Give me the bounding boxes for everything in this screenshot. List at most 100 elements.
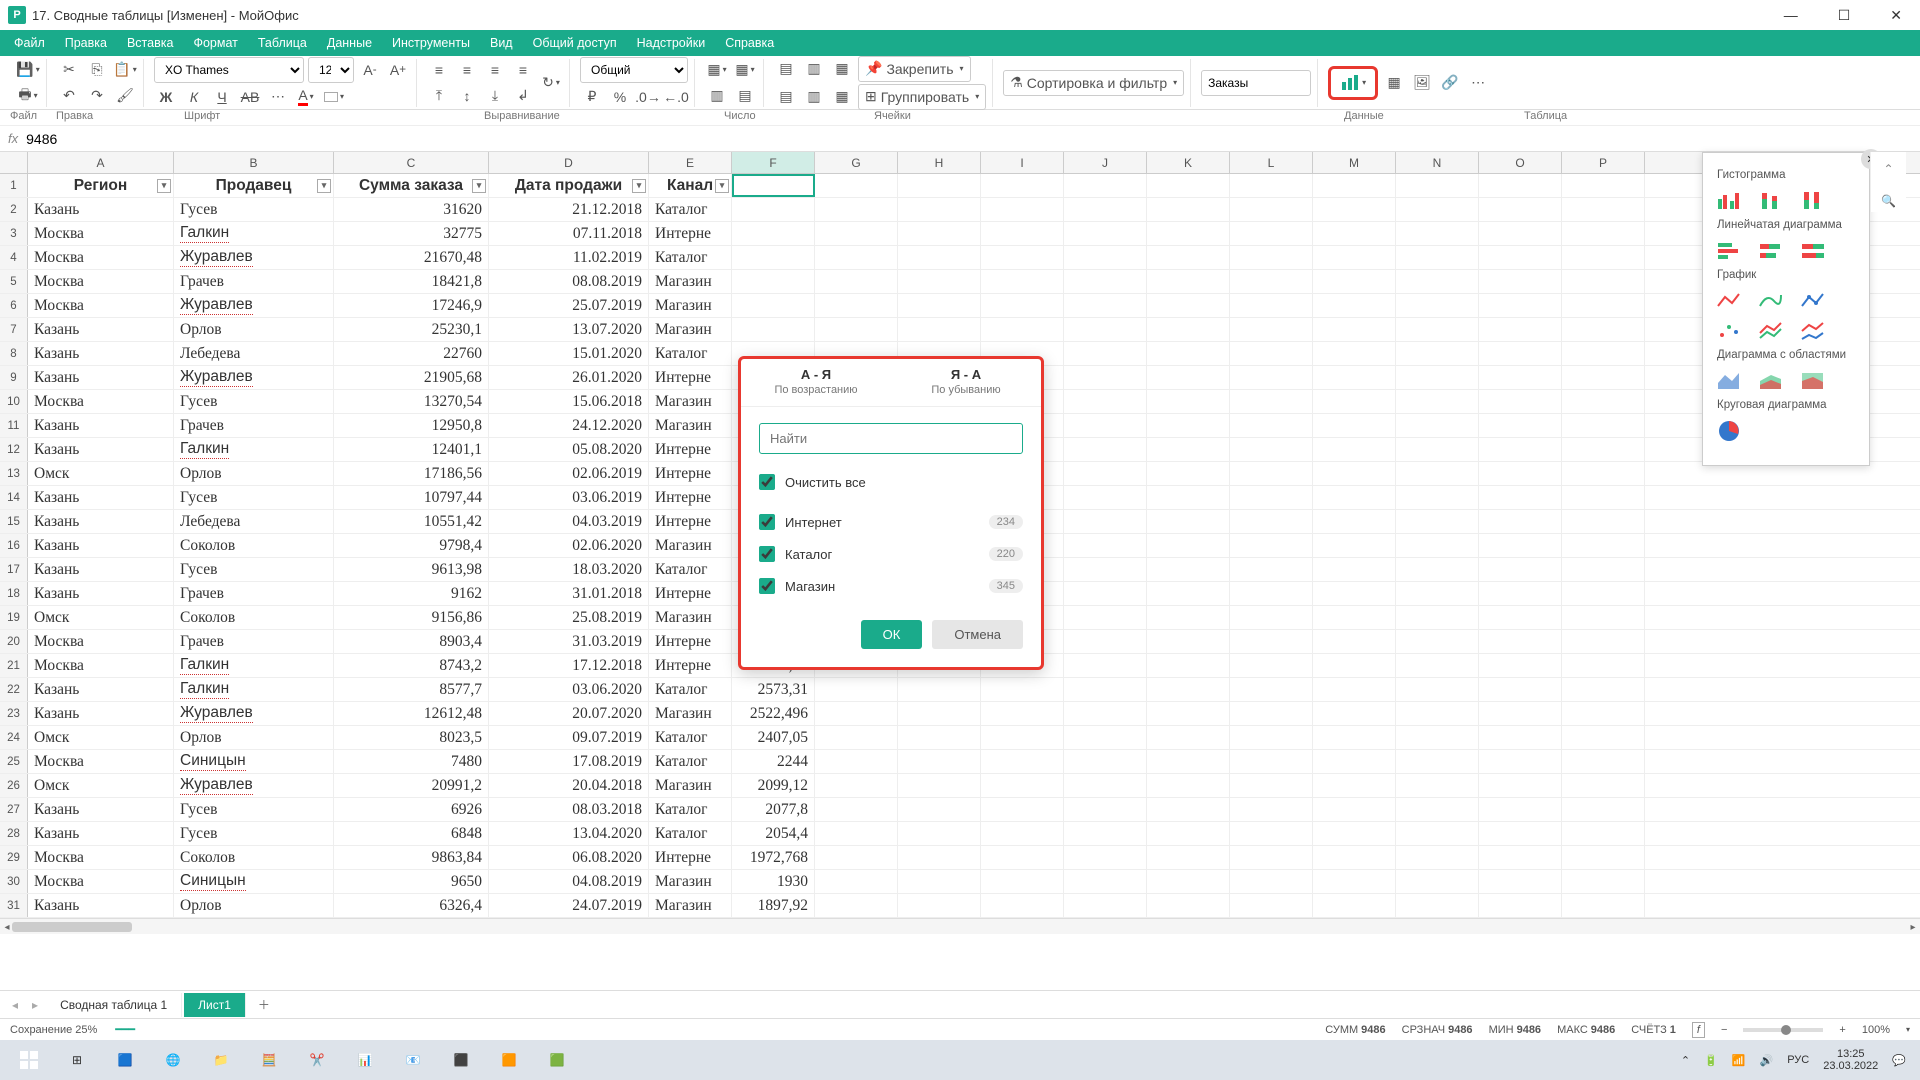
cell[interactable]: Магазин — [649, 414, 732, 437]
cell[interactable] — [1396, 366, 1479, 389]
cell[interactable] — [1147, 342, 1230, 365]
borders-button[interactable]: ▦▾ — [733, 58, 757, 82]
col-header-O[interactable]: O — [1479, 152, 1562, 173]
cell[interactable] — [1313, 534, 1396, 557]
tray-expand-icon[interactable]: ⌃ — [1681, 1054, 1690, 1067]
cell[interactable]: Москва — [28, 630, 174, 653]
strike-button[interactable]: AB — [238, 85, 262, 109]
cell[interactable]: Галкин — [174, 222, 334, 245]
cell[interactable]: Омск — [28, 774, 174, 797]
cell[interactable]: 24.07.2019 — [489, 894, 649, 917]
cell[interactable]: Казань — [28, 510, 174, 533]
dec-dec-button[interactable]: ←.0 — [664, 85, 688, 109]
cell[interactable]: Москва — [28, 222, 174, 245]
cell[interactable] — [1064, 846, 1147, 869]
font-increase-button[interactable]: A+ — [386, 58, 410, 82]
undo-button[interactable]: ↶ — [57, 84, 81, 108]
filter-cancel-button[interactable]: Отмена — [932, 620, 1023, 649]
cell[interactable] — [1396, 750, 1479, 773]
cell[interactable] — [1147, 630, 1230, 653]
cell[interactable]: Интерне — [649, 462, 732, 485]
cell[interactable]: 2522,496 — [732, 702, 815, 725]
cell[interactable] — [1479, 366, 1562, 389]
cell[interactable] — [1396, 390, 1479, 413]
cell[interactable]: 8577,7 — [334, 678, 489, 701]
chart-line-markers[interactable] — [1801, 289, 1825, 313]
cell[interactable] — [1479, 390, 1562, 413]
cell[interactable]: Казань — [28, 534, 174, 557]
cell[interactable]: Каталог — [649, 798, 732, 821]
cell[interactable]: 02.06.2020 — [489, 534, 649, 557]
cell[interactable]: 2407,05 — [732, 726, 815, 749]
cell[interactable]: Магазин — [649, 534, 732, 557]
cell[interactable]: 1897,92 — [732, 894, 815, 917]
cell[interactable]: 13.04.2020 — [489, 822, 649, 845]
cell[interactable] — [1562, 438, 1645, 461]
valign-mid-button[interactable]: ↕ — [455, 84, 479, 108]
cell[interactable]: 9162 — [334, 582, 489, 605]
cell[interactable]: Журавлев — [174, 774, 334, 797]
cell[interactable] — [1396, 510, 1479, 533]
tray-sound-icon[interactable]: 🔊 — [1760, 1054, 1774, 1067]
insert-row-button[interactable]: ▤ — [774, 57, 798, 81]
cell[interactable]: Москва — [28, 294, 174, 317]
cell[interactable]: Казань — [28, 486, 174, 509]
more-font-button[interactable]: ⋯ — [266, 85, 290, 109]
cell[interactable]: 02.06.2019 — [489, 462, 649, 485]
col-header-M[interactable]: M — [1313, 152, 1396, 173]
cell[interactable]: 17246,9 — [334, 294, 489, 317]
cell[interactable]: Гусев — [174, 198, 334, 221]
cell[interactable] — [1230, 510, 1313, 533]
cell[interactable] — [1396, 846, 1479, 869]
cell[interactable]: Грачев — [174, 270, 334, 293]
cell[interactable]: Омск — [28, 606, 174, 629]
maximize-button[interactable]: ☐ — [1828, 3, 1861, 28]
taskbar-calc-icon[interactable]: 🧮 — [246, 1040, 292, 1080]
cell[interactable] — [981, 318, 1064, 341]
cell[interactable]: Интерне — [649, 654, 732, 677]
cell[interactable]: Синицын — [174, 870, 334, 893]
tab-sheet1[interactable]: Лист1 — [184, 993, 246, 1017]
cell[interactable]: 20.04.2018 — [489, 774, 649, 797]
cell[interactable] — [1479, 630, 1562, 653]
cell[interactable] — [1396, 798, 1479, 821]
cell[interactable]: Казань — [28, 438, 174, 461]
cell[interactable] — [1147, 414, 1230, 437]
cell[interactable] — [898, 750, 981, 773]
cell[interactable] — [1064, 750, 1147, 773]
cell[interactable] — [1313, 702, 1396, 725]
cell[interactable] — [981, 702, 1064, 725]
sort-asc-button[interactable]: А - Я По возрастанию — [741, 359, 891, 406]
cell[interactable] — [1147, 702, 1230, 725]
header-0[interactable]: Регион▾ — [28, 174, 174, 197]
chart-pie[interactable] — [1717, 419, 1741, 443]
font-select[interactable]: XO Thames — [154, 57, 304, 83]
cell[interactable]: Орлов — [174, 318, 334, 341]
filter-search-input[interactable] — [759, 423, 1023, 454]
col-header-G[interactable]: G — [815, 152, 898, 173]
align-left-button[interactable]: ≡ — [427, 58, 451, 82]
header-1[interactable]: Продавец▾ — [174, 174, 334, 197]
format-painter-button[interactable]: 🖌 — [113, 84, 137, 108]
cell[interactable]: 24.12.2020 — [489, 414, 649, 437]
cell[interactable]: Москва — [28, 654, 174, 677]
cell[interactable] — [1064, 318, 1147, 341]
cell[interactable]: Казань — [28, 318, 174, 341]
taskbar-snip-icon[interactable]: ✂️ — [294, 1040, 340, 1080]
cell[interactable] — [1562, 294, 1645, 317]
cell[interactable] — [1147, 798, 1230, 821]
cell[interactable] — [815, 798, 898, 821]
cell[interactable]: Казань — [28, 582, 174, 605]
cell[interactable] — [1479, 726, 1562, 749]
cell[interactable]: Москва — [28, 750, 174, 773]
cell[interactable] — [1313, 798, 1396, 821]
cell[interactable] — [1479, 702, 1562, 725]
cell[interactable]: 17.08.2019 — [489, 750, 649, 773]
taskbar-edge-icon[interactable]: 🌐 — [150, 1040, 196, 1080]
cell[interactable] — [1230, 846, 1313, 869]
cell[interactable]: 20991,2 — [334, 774, 489, 797]
cell[interactable] — [1230, 198, 1313, 221]
cell[interactable] — [815, 774, 898, 797]
cell[interactable]: 8743,2 — [334, 654, 489, 677]
cell[interactable] — [1479, 558, 1562, 581]
